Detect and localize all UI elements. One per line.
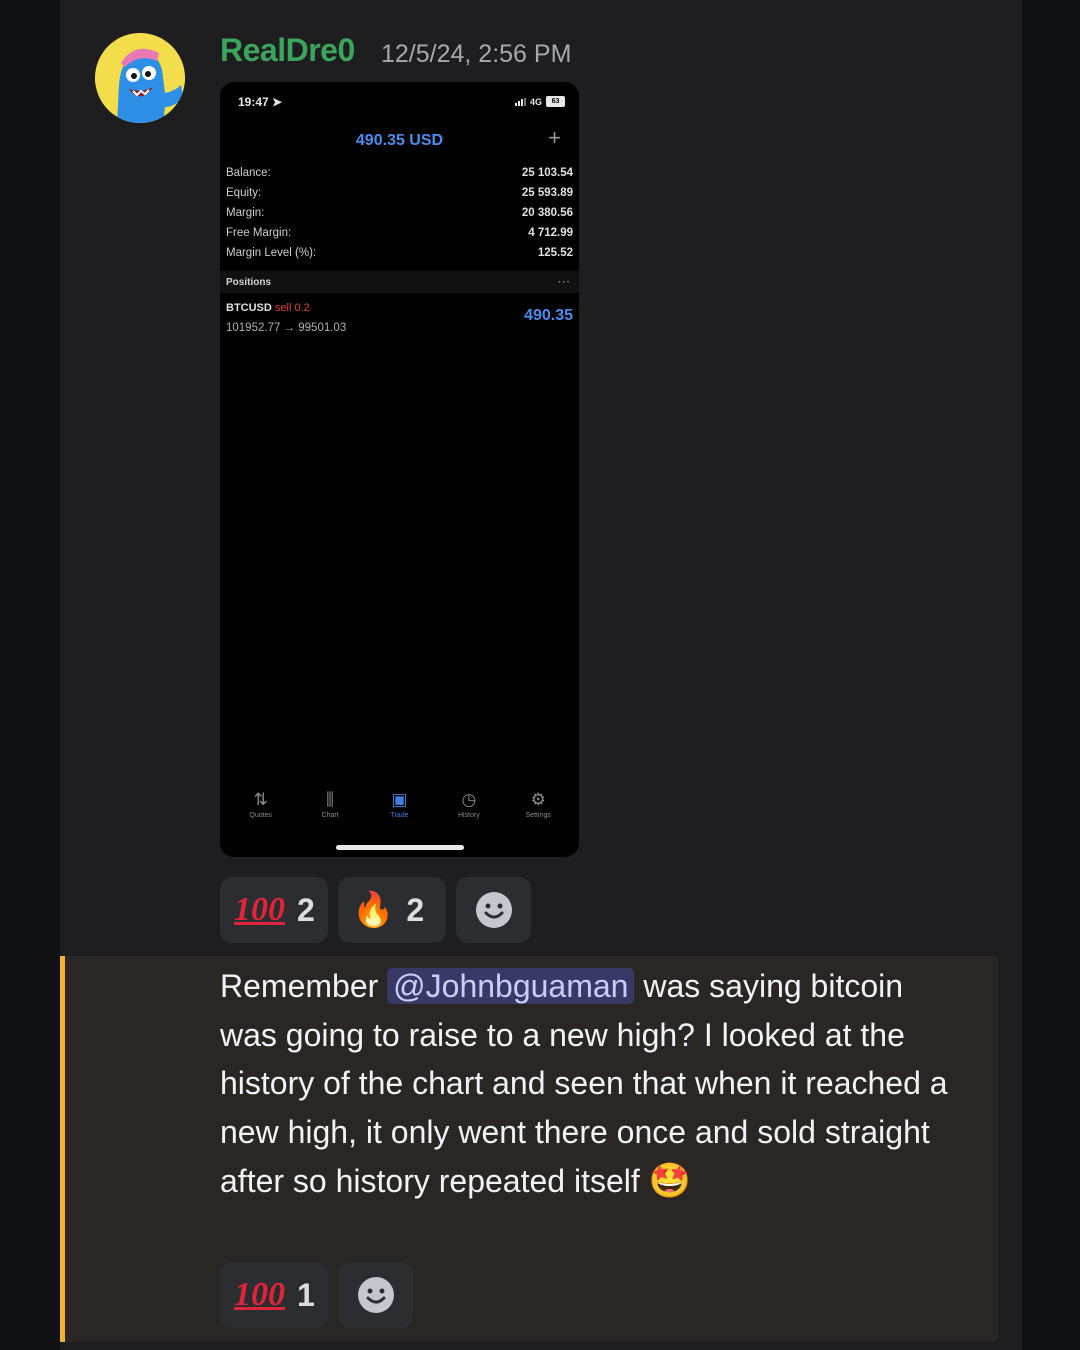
equity-value: 25 593.89	[521, 187, 573, 199]
nav-quotes: ⇅ Quotes	[231, 790, 291, 819]
positions-label: Positions	[226, 276, 272, 288]
margin-level-label: Margin Level (%):	[226, 247, 317, 259]
free-margin-row: Free Margin: 4 712.99	[226, 227, 573, 247]
balance-label: Balance:	[226, 167, 271, 179]
more-icon: ···	[558, 276, 571, 288]
hundred-points-icon: 100	[234, 1276, 285, 1313]
message-timestamp: 12/5/24, 2:56 PM	[381, 40, 572, 68]
positions-header: Positions ···	[220, 271, 579, 293]
free-margin-value: 4 712.99	[528, 227, 573, 239]
balance-value: 25 103.54	[521, 167, 573, 179]
equity-label: Equity:	[226, 187, 262, 199]
quotes-icon: ⇅	[253, 790, 268, 809]
balance-row: Balance: 25 103.54	[226, 167, 573, 187]
margin-value: 20 380.56	[521, 207, 573, 219]
reaction-count: 2	[297, 891, 315, 928]
fire-icon: 🔥	[352, 890, 395, 930]
reaction-count: 1	[297, 1276, 315, 1313]
add-reaction-button[interactable]	[456, 877, 531, 943]
network-label: 4G	[529, 96, 542, 107]
margin-label: Margin:	[226, 207, 265, 219]
total-profit: 490.35 USD	[355, 132, 444, 149]
message-text: Remember @Johnbguaman was saying bitcoin…	[220, 962, 965, 1206]
signal-icon	[514, 97, 526, 106]
history-icon: ◷	[461, 790, 477, 809]
free-margin-label: Free Margin:	[226, 227, 292, 239]
margin-level-value: 125.52	[537, 247, 573, 259]
hundred-points-icon: 100	[234, 891, 285, 928]
nav-history-label: History	[457, 812, 480, 819]
nav-history: ◷ History	[439, 790, 499, 819]
plus-icon: +	[548, 125, 561, 150]
right-edge	[1022, 0, 1080, 1350]
smiley-icon	[475, 892, 512, 928]
battery-icon: 63	[546, 96, 565, 107]
nav-trade: ▣ Trade	[369, 790, 429, 819]
add-reaction-button[interactable]	[338, 1262, 413, 1328]
reaction-100[interactable]: 100 2	[220, 877, 328, 943]
image-attachment[interactable]: 19:47 ➤ 4G 63 490.35 USD + Balance: 25 1…	[220, 82, 579, 857]
reaction-fire[interactable]: 🔥 2	[338, 877, 446, 943]
chart-icon: ⫼	[326, 790, 334, 809]
username[interactable]: RealDre0	[220, 32, 355, 69]
reactions-bar-2: 100 1	[220, 1262, 413, 1328]
user-avatar[interactable]	[95, 33, 185, 123]
position-profit: 490.35	[524, 307, 573, 324]
nav-settings: ⚙ Settings	[508, 790, 568, 819]
phone-bottom-nav: ⇅ Quotes ⫼ Chart ▣ Trade ◷ History ⚙ Set…	[220, 790, 579, 819]
margin-row: Margin: 20 380.56	[226, 207, 573, 227]
nav-settings-label: Settings	[525, 812, 551, 819]
user-mention[interactable]: @Johnbguaman	[387, 968, 635, 1004]
star-struck-emoji-icon: 🤩	[648, 1161, 691, 1200]
nav-quotes-label: Quotes	[249, 812, 272, 819]
reaction-count: 2	[406, 891, 425, 928]
left-edge	[0, 0, 60, 1350]
position-symbol-line: BTCUSD sell 0.2	[226, 302, 310, 314]
nav-chart-label: Chart	[321, 812, 339, 819]
nav-chart: ⫼ Chart	[300, 790, 360, 819]
trade-icon: ▣	[391, 790, 408, 809]
smiley-icon	[357, 1277, 394, 1313]
settings-icon: ⚙	[530, 790, 546, 809]
reactions-bar-1: 100 2 🔥 2	[220, 877, 531, 943]
message-text-part1: Remember	[220, 968, 388, 1004]
position-prices: 101952.77 → 99501.03	[226, 322, 347, 334]
position-side: sell 0.2	[274, 302, 310, 314]
mention-highlight-bar	[60, 956, 65, 1342]
equity-row: Equity: 25 593.89	[226, 187, 573, 207]
phone-status-time: 19:47 ➤	[238, 95, 283, 109]
reaction-100[interactable]: 100 1	[220, 1262, 328, 1328]
nav-trade-label: Trade	[390, 812, 409, 819]
home-indicator	[336, 845, 464, 850]
margin-level-row: Margin Level (%): 125.52	[226, 247, 573, 267]
avatar-character-icon	[95, 33, 185, 123]
phone-status-indicators: 4G 63	[514, 96, 565, 107]
position-symbol: BTCUSD	[226, 302, 272, 314]
